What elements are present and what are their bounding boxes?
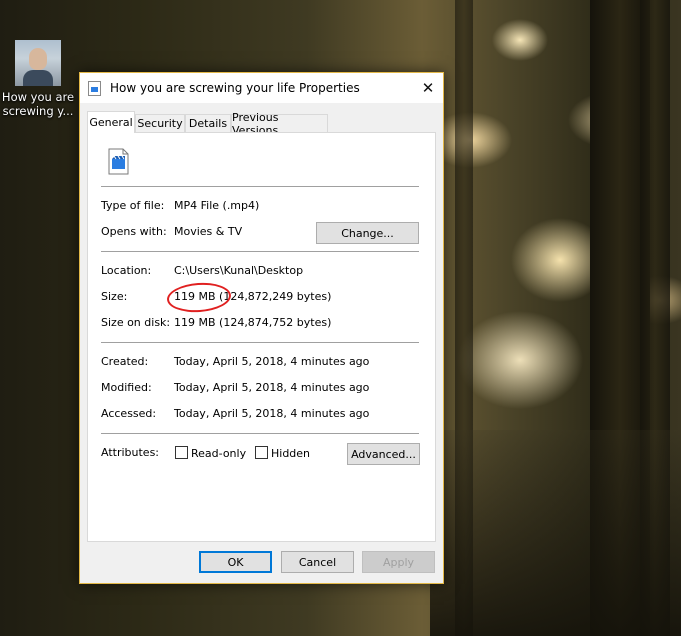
apply-button[interactable]: Apply bbox=[362, 551, 435, 573]
separator bbox=[101, 342, 419, 343]
size-label: Size: bbox=[101, 290, 128, 303]
title-bar[interactable]: How you are screwing your life Propertie… bbox=[80, 73, 443, 103]
modified-label: Modified: bbox=[101, 381, 152, 394]
red-circle-annotation bbox=[166, 280, 232, 315]
read-only-checkbox[interactable] bbox=[175, 446, 188, 459]
read-only-label[interactable]: Read-only bbox=[191, 447, 246, 460]
type-of-file-value: MP4 File (.mp4) bbox=[174, 199, 260, 212]
location-label: Location: bbox=[101, 264, 152, 277]
separator bbox=[101, 186, 419, 187]
advanced-button[interactable]: Advanced... bbox=[347, 443, 420, 465]
window-title: How you are screwing your life Propertie… bbox=[110, 81, 360, 95]
video-file-icon bbox=[88, 81, 101, 96]
general-panel: Type of file: MP4 File (.mp4) Opens with… bbox=[87, 132, 436, 542]
video-file-icon bbox=[108, 148, 129, 175]
opens-with-label: Opens with: bbox=[101, 225, 167, 238]
video-thumbnail bbox=[15, 40, 61, 86]
tab-general[interactable]: General bbox=[87, 111, 135, 133]
type-of-file-label: Type of file: bbox=[101, 199, 165, 212]
close-button[interactable]: ✕ bbox=[413, 73, 443, 103]
tab-previous-versions[interactable]: Previous Versions bbox=[231, 111, 328, 137]
change-button[interactable]: Change... bbox=[316, 222, 419, 244]
accessed-label: Accessed: bbox=[101, 407, 157, 420]
modified-value[interactable]: Today, April 5, 2018, 4 minutes ago bbox=[174, 381, 369, 394]
properties-dialog: How you are screwing your life Propertie… bbox=[79, 72, 444, 584]
hidden-label[interactable]: Hidden bbox=[271, 447, 310, 460]
opens-with-value: Movies & TV bbox=[174, 225, 243, 238]
size-on-disk-value[interactable]: 119 MB (124,874,752 bytes) bbox=[174, 316, 331, 329]
hidden-checkbox[interactable] bbox=[255, 446, 268, 459]
ok-button[interactable]: OK bbox=[199, 551, 272, 573]
tab-security[interactable]: Security bbox=[135, 114, 185, 132]
desktop-video-shortcut[interactable]: How you are screwing y... bbox=[0, 38, 76, 118]
tab-details[interactable]: Details bbox=[185, 114, 231, 132]
cancel-button[interactable]: Cancel bbox=[281, 551, 354, 573]
attributes-label: Attributes: bbox=[101, 446, 160, 459]
separator bbox=[101, 251, 419, 252]
location-value[interactable]: C:\Users\Kunal\Desktop bbox=[174, 264, 303, 277]
size-on-disk-label: Size on disk: bbox=[101, 316, 171, 329]
accessed-value[interactable]: Today, April 5, 2018, 4 minutes ago bbox=[174, 407, 369, 420]
separator bbox=[101, 433, 419, 434]
desktop-icon-label: How you are screwing y... bbox=[1, 90, 75, 118]
background-ground bbox=[430, 430, 681, 636]
created-label: Created: bbox=[101, 355, 149, 368]
created-value[interactable]: Today, April 5, 2018, 4 minutes ago bbox=[174, 355, 369, 368]
